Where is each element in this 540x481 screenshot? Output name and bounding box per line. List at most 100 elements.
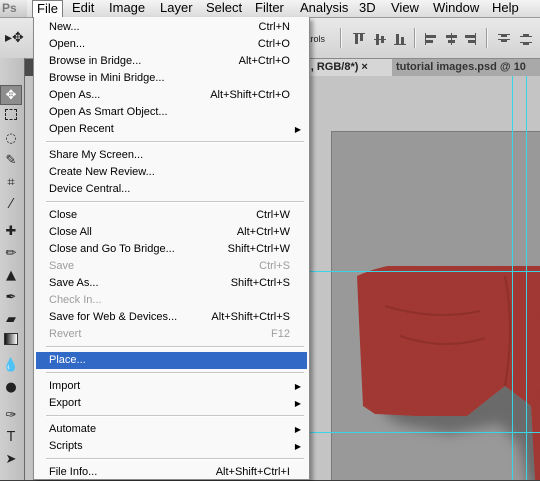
lasso-tool-icon[interactable]: ◌ [0,129,22,149]
menu-item-new[interactable]: New... Ctrl+N [36,19,307,36]
submenu-arrow-icon: ▶ [294,382,301,391]
menu-item-automate[interactable]: Automate ▶ [36,421,307,438]
pen-tool-icon[interactable]: ✑ [0,406,22,426]
menu-file[interactable]: File [32,0,63,18]
healing-brush-tool-icon[interactable]: ✚ [0,222,22,242]
align-vertical-centers-icon[interactable] [373,32,387,46]
separator [486,28,488,48]
guide-line[interactable] [526,76,527,480]
history-brush-tool-icon[interactable]: ✒ [0,288,22,308]
align-left-edges-icon[interactable] [424,32,438,46]
menu-item-shortcut: Ctrl+S [259,260,290,272]
menu-item-shortcut: Ctrl+W [256,209,290,221]
menu-separator [46,201,304,203]
tab-tutorial-images[interactable]: tutorial images.psd @ 10 [392,59,540,76]
menu-item-share-my-screen[interactable]: Share My Screen... [36,147,307,164]
menu-layer[interactable]: Layer [160,0,193,17]
menu-item-label: Open... [49,38,86,50]
menu-item-open-as-smart-object[interactable]: Open As Smart Object... [36,104,307,121]
menu-item-label: Export [49,397,81,409]
menu-item-label: File Info... [49,466,98,478]
menu-item-save-for-web-devices[interactable]: Save for Web & Devices... Alt+Shift+Ctrl+… [36,309,307,326]
distribute-top-edges-icon[interactable] [497,32,511,46]
blur-tool-icon[interactable]: 💧 [0,356,22,376]
close-tab-icon[interactable]: × [361,61,367,73]
eyedropper-tool-icon[interactable]: ⁄ [0,195,22,215]
menu-help[interactable]: Help [492,0,519,17]
menu-item-label: Share My Screen... [49,149,144,161]
menu-separator [46,346,304,348]
photoshop-logo: Ps [0,0,27,17]
submenu-arrow-icon: ▶ [294,399,301,408]
menu-item-shortcut: F12 [271,328,290,340]
menu-item-close-and-go-to-bridge[interactable]: Close and Go To Bridge... Shift+Ctrl+W [36,241,307,258]
menu-image[interactable]: Image [109,0,145,17]
menu-edit[interactable]: Edit [72,0,94,17]
move-tool-preset-icon[interactable]: ▸✥ [5,29,27,47]
tools-panel: ✥ ◌ ✎ ⌗ ⁄ ✚ ✏ ▲ ✒ ▰ 💧 ● ✑ T ➤ [0,58,25,480]
separator [340,28,342,48]
menu-item-export[interactable]: Export ▶ [36,395,307,412]
menu-item-place[interactable]: Place... [36,352,307,369]
menu-select[interactable]: Select [206,0,242,17]
distribute-vertical-centers-icon[interactable] [519,32,533,46]
menu-item-save: Save Ctrl+S [36,258,307,275]
path-selection-tool-icon[interactable]: ➤ [0,450,22,470]
menu-analysis[interactable]: Analysis [300,0,348,17]
menu-bar: Ps File Edit Image Layer Select Filter A… [0,0,540,18]
menu-item-browse-in-bridge[interactable]: Browse in Bridge... Alt+Ctrl+O [36,53,307,70]
menu-item-label: Save As... [49,277,99,289]
clone-stamp-tool-icon[interactable]: ▲ [0,266,22,286]
align-right-edges-icon[interactable] [463,32,477,46]
menu-item-open-as[interactable]: Open As... Alt+Shift+Ctrl+O [36,87,307,104]
menu-item-scripts[interactable]: Scripts ▶ [36,438,307,455]
menu-item-shortcut: Ctrl+O [257,38,290,50]
crop-tool-icon[interactable]: ⌗ [0,173,22,193]
menu-item-shortcut: Alt+Shift+Ctrl+S [211,311,290,323]
menu-item-file-info[interactable]: File Info... Alt+Shift+Ctrl+I [36,464,307,481]
type-tool-icon[interactable]: T [0,428,22,448]
align-horizontal-centers-icon[interactable] [444,32,458,46]
eraser-tool-icon[interactable]: ▰ [0,310,22,330]
guide-line[interactable] [512,76,513,480]
menu-item-shortcut: Alt+Ctrl+W [236,226,290,238]
tab-document-1[interactable]: g, RGB/8*) × [300,59,392,76]
menu-item-label: Save for Web & Devices... [49,311,178,323]
align-top-edges-icon[interactable] [352,32,366,46]
menu-window[interactable]: Window [433,0,479,17]
menu-item-label: Close and Go To Bridge... [49,243,175,255]
menu-item-open-recent[interactable]: Open Recent ▶ [36,121,307,138]
brush-tool-icon[interactable]: ✏ [0,244,22,264]
dodge-tool-icon[interactable]: ● [0,378,22,398]
menu-filter[interactable]: Filter [255,0,284,17]
marquee-tool-icon[interactable] [0,107,22,127]
menu-item-device-central[interactable]: Device Central... [36,181,307,198]
menu-item-browse-in-mini-bridge[interactable]: Browse in Mini Bridge... [36,70,307,87]
menu-item-revert: Revert F12 [36,326,307,343]
menu-item-open[interactable]: Open... Ctrl+O [36,36,307,53]
menu-view[interactable]: View [391,0,419,17]
menu-item-close[interactable]: Close Ctrl+W [36,207,307,224]
menu-item-save-as[interactable]: Save As... Shift+Ctrl+S [36,275,307,292]
menu-item-label: Open Recent [49,123,114,135]
menu-separator [46,458,304,460]
menu-item-check-in: Check In... [36,292,307,309]
menu-item-close-all[interactable]: Close All Alt+Ctrl+W [36,224,307,241]
align-bottom-edges-icon[interactable] [393,32,407,46]
menu-item-shortcut: Ctrl+N [258,21,290,33]
guide-line[interactable] [310,271,540,272]
file-menu-dropdown: New... Ctrl+N Open... Ctrl+O Browse in Bridg… [33,17,310,480]
menu-item-label: Revert [49,328,82,340]
menu-item-create-new-review[interactable]: Create New Review... [36,164,307,181]
tab-document-1-label: g, RGB/8*) [304,61,359,73]
menu-item-import[interactable]: Import ▶ [36,378,307,395]
menu-item-label: Automate [49,423,97,435]
move-tool-icon[interactable]: ✥ [0,85,22,105]
menu-separator [46,372,304,374]
gradient-tool-icon[interactable] [0,332,22,352]
menu-item-shortcut: Alt+Shift+Ctrl+O [210,89,290,101]
menu-3d[interactable]: 3D [359,0,376,17]
guide-line[interactable] [310,432,540,433]
show-transform-controls-label[interactable]: trols [308,34,325,44]
quick-selection-tool-icon[interactable]: ✎ [0,151,22,171]
